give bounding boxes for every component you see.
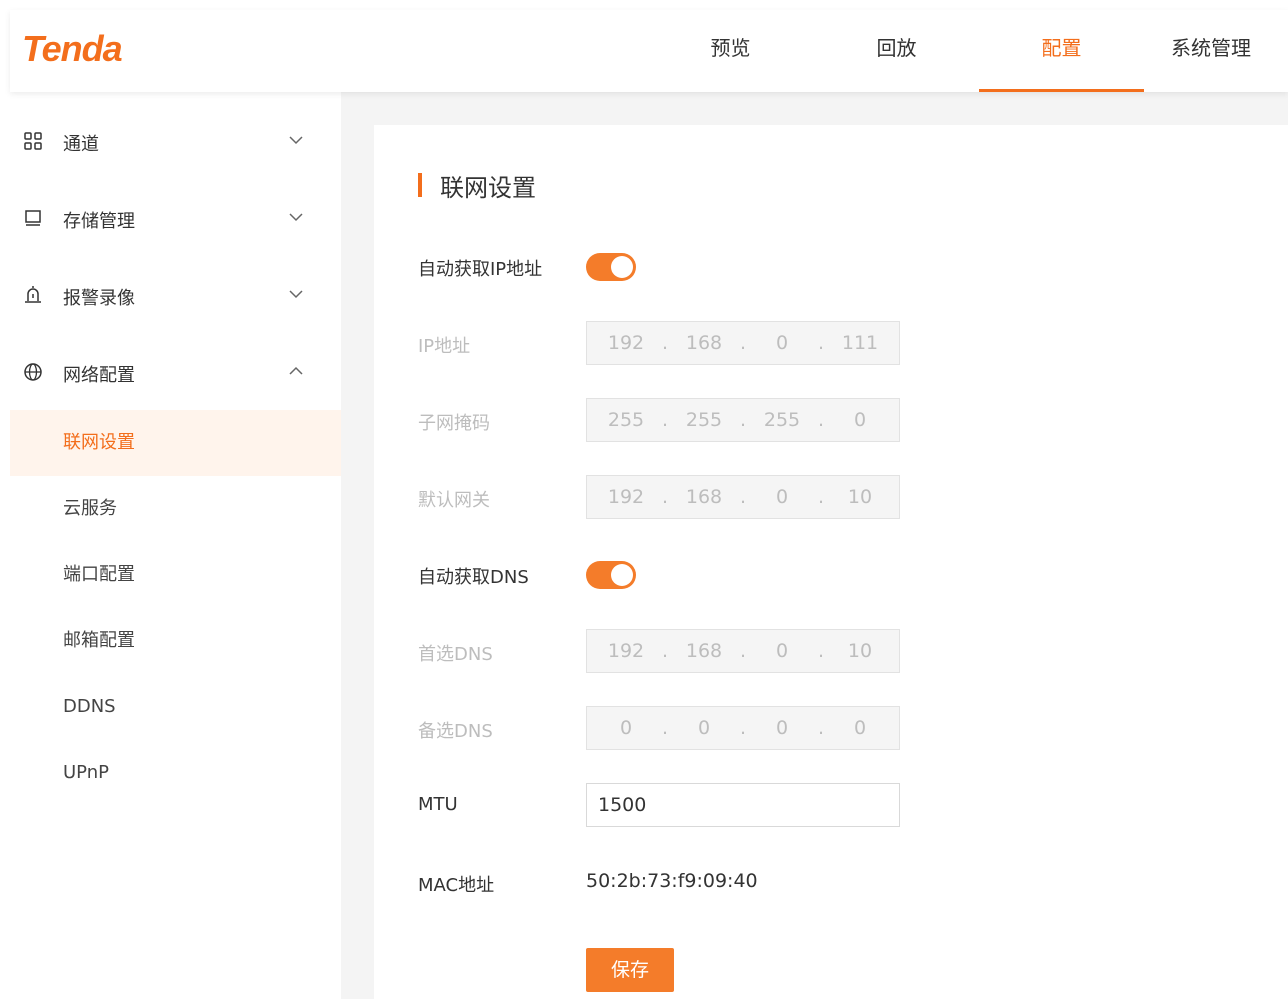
ip-separator: . [739,717,747,739]
ip-octet: 0 [775,332,789,354]
sidebar-group-network-config[interactable]: 网络配置 [10,343,341,403]
primary-dns-label: 首选DNS [418,644,493,665]
ip-octet: 111 [841,332,879,354]
ip-separator: . [817,486,825,508]
sidebar-group-alarm-recording[interactable]: 报警录像 [10,266,341,326]
alarm-icon [25,286,41,303]
ip-octet: 255 [607,409,645,431]
auto-ip-toggle[interactable] [586,253,636,281]
chevron-up-icon [289,366,303,375]
mac-address-value: 50:2b:73:f9:09:40 [586,870,758,892]
ip-separator: . [817,717,825,739]
sidebar-group-label: 报警录像 [63,288,135,309]
ip-octet: 0 [697,717,711,739]
ip-separator: . [817,332,825,354]
ip-separator: . [661,332,669,354]
grid-icon [24,132,42,150]
ip-octet: 192 [607,486,645,508]
sidebar-item-network-settings[interactable]: 联网设置 [10,410,341,476]
toggle-knob [611,564,633,586]
mac-address-label: MAC地址 [418,875,495,896]
save-button[interactable]: 保存 [586,948,674,992]
tab-playback[interactable]: 回放 [814,10,979,92]
ip-separator: . [661,717,669,739]
ip-octet: 0 [853,717,867,739]
ip-octet: 0 [775,640,789,662]
globe-icon [24,363,42,381]
ip-octet: 10 [847,640,873,662]
secondary-dns-label: 备选DNS [418,721,493,742]
sidebar-group-label: 通道 [63,134,99,155]
sidebar-item-email-config[interactable]: 邮箱配置 [10,608,341,674]
ip-separator: . [817,640,825,662]
chevron-down-icon [289,136,303,145]
ip-octet: 10 [847,486,873,508]
ip-octet: 0 [853,409,867,431]
default-gateway-field: 192 . 168 . 0 . 10 [586,475,900,519]
ip-octet: 0 [775,486,789,508]
sidebar-group-label: 存储管理 [63,211,135,232]
ip-separator: . [739,332,747,354]
primary-dns-field: 192 . 168 . 0 . 10 [586,629,900,673]
toggle-knob [611,256,633,278]
subnet-mask-label: 子网掩码 [418,413,490,434]
auto-ip-label: 自动获取IP地址 [418,259,543,280]
top-navigation-bar: Tenda 预览 回放 配置 系统管理 [10,10,1288,92]
ip-separator: . [661,486,669,508]
ip-octet: 168 [685,332,723,354]
tenda-logo: Tenda [22,28,123,69]
ip-octet: 168 [685,486,723,508]
ip-octet: 168 [685,640,723,662]
ip-separator: . [661,640,669,662]
ip-separator: . [739,409,747,431]
ip-octet: 192 [607,640,645,662]
ip-address-field: 192 . 168 . 0 . 111 [586,321,900,365]
subnet-mask-field: 255 . 255 . 255 . 0 [586,398,900,442]
auto-dns-toggle[interactable] [586,561,636,589]
mtu-label: MTU [418,794,458,815]
sidebar-group-channel[interactable]: 通道 [10,112,341,172]
secondary-dns-field: 0 . 0 . 0 . 0 [586,706,900,750]
tab-system-management[interactable]: 系统管理 [1144,10,1278,92]
page-title: 联网设置 [418,168,536,203]
ip-octet: 255 [763,409,801,431]
ip-separator: . [661,409,669,431]
ip-separator: . [817,409,825,431]
ip-octet: 192 [607,332,645,354]
ip-separator: . [739,640,747,662]
tab-preview[interactable]: 预览 [648,10,813,92]
sidebar-item-cloud-service[interactable]: 云服务 [10,476,341,542]
default-gateway-label: 默认网关 [418,490,490,511]
auto-dns-label: 自动获取DNS [418,567,529,588]
storage-icon [25,210,41,226]
sidebar-item-ddns[interactable]: DDNS [10,674,341,740]
ip-octet: 0 [619,717,633,739]
ip-address-label: IP地址 [418,336,471,357]
ip-octet: 255 [685,409,723,431]
sidebar-group-label: 网络配置 [63,365,135,386]
ip-separator: . [739,486,747,508]
tab-config[interactable]: 配置 [979,10,1144,92]
mtu-input[interactable]: 1500 [586,783,900,827]
sidebar: 通道 存储管理 报警录像 网络配置 联网设置 云服务 端口配置 邮箱配置 DDN… [10,92,341,999]
chevron-down-icon [289,213,303,222]
sidebar-item-upnp[interactable]: UPnP [10,740,341,806]
chevron-down-icon [289,290,303,299]
sidebar-group-storage[interactable]: 存储管理 [10,189,341,249]
sidebar-item-port-config[interactable]: 端口配置 [10,542,341,608]
ip-octet: 0 [775,717,789,739]
